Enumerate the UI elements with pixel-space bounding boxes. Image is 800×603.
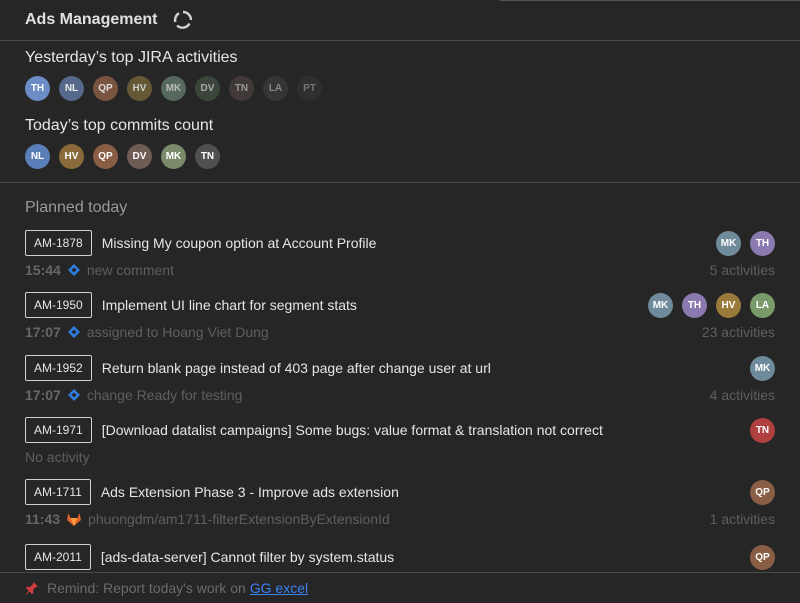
task-assignee-avatar[interactable]: QP — [750, 544, 775, 570]
task-activity-row: 17:07 assigned to Hoang Viet Dung 23 activ… — [25, 323, 775, 341]
activity-time: 17:07 — [25, 387, 61, 403]
commit-user-avatar[interactable]: HV — [59, 144, 84, 169]
task-assignee-avatar[interactable]: HV — [716, 292, 741, 318]
activity-description: new comment — [86, 262, 174, 278]
window-top-edge — [500, 0, 800, 1]
task-key-badge[interactable]: AM-1950 — [25, 292, 92, 318]
activity-time: 17:07 — [25, 324, 61, 340]
sync-icon[interactable] — [173, 10, 193, 30]
activity-description: phuongdm/am1711-filterExtensionByExtensi… — [88, 511, 390, 527]
commit-user-avatar[interactable]: MK — [161, 144, 186, 169]
commit-user-avatar[interactable]: TN — [195, 144, 220, 169]
jira-user-avatar[interactable]: MK — [161, 76, 186, 101]
jira-user-avatar[interactable]: LA — [263, 76, 288, 101]
activity-count: 4 activities — [709, 387, 775, 403]
task-assignee-avatar[interactable]: LA — [750, 292, 775, 318]
jira-user-avatar[interactable]: PT — [297, 76, 322, 101]
jira-icon — [67, 325, 81, 339]
task-header-row: AM-2011 [ads-data-server] Cannot filter b… — [25, 544, 775, 570]
activity-time: 15:44 — [25, 262, 61, 278]
task-item[interactable]: AM-1878 Missing My coupon option at Accou… — [25, 230, 775, 279]
task-assignee-avatars: QP — [750, 479, 775, 505]
jira-user-avatar[interactable]: QP — [93, 76, 118, 101]
jira-icon — [67, 263, 81, 277]
app-title: Ads Management — [25, 11, 158, 28]
task-activity-row: 15:44 new comment 5 activities — [25, 261, 775, 279]
activity-description: assigned to Hoang Viet Dung — [86, 324, 269, 340]
task-summary[interactable]: Implement UI line chart for segment stat… — [102, 297, 357, 313]
commits-title: Today’s top commits count — [25, 117, 214, 134]
activity-count: 5 activities — [709, 262, 775, 278]
task-assignee-avatar[interactable]: MK — [716, 230, 741, 256]
task-assignee-avatar[interactable]: TH — [682, 292, 707, 318]
jira-activities-title: Yesterday’s top JIRA activities — [25, 49, 238, 66]
gitlab-icon — [66, 512, 82, 526]
commit-user-avatar[interactable]: NL — [25, 144, 50, 169]
jira-user-avatar[interactable]: HV — [127, 76, 152, 101]
task-header-row: AM-1971 [Download datalist campaigns] Som… — [25, 417, 775, 443]
task-summary[interactable]: [Download datalist campaigns] Some bugs:… — [102, 422, 603, 438]
task-key-badge[interactable]: AM-1711 — [25, 479, 91, 505]
footer-reminder: Remind: Report today's work on GG excel — [0, 572, 800, 603]
section-divider — [0, 182, 800, 183]
task-activity-row: 17:07 change Ready for testing 4 activitie… — [25, 386, 775, 404]
jira-user-avatar[interactable]: TN — [229, 76, 254, 101]
task-assignee-avatars: MK — [750, 355, 775, 381]
task-key-badge[interactable]: AM-1971 — [25, 417, 92, 443]
task-key-badge[interactable]: AM-2011 — [25, 544, 91, 570]
jira-icon — [67, 388, 81, 402]
commits-avatar-list: NL HV QP DV MK TN — [25, 144, 220, 169]
app-header: Ads Management — [0, 0, 800, 41]
task-activity-row: No activity — [25, 448, 775, 466]
task-item[interactable]: AM-1950 Implement UI line chart for segme… — [25, 292, 775, 341]
task-header-row: AM-1952 Return blank page instead of 403 … — [25, 355, 775, 381]
activity-count: 1 activities — [709, 511, 775, 527]
pin-icon — [25, 581, 39, 595]
task-item[interactable]: AM-1711 Ads Extension Phase 3 - Improve a… — [25, 479, 775, 528]
task-summary[interactable]: Ads Extension Phase 3 - Improve ads exte… — [101, 484, 399, 500]
task-key-badge[interactable]: AM-1878 — [25, 230, 92, 256]
task-assignee-avatar[interactable]: MK — [648, 292, 673, 318]
task-header-row: AM-1950 Implement UI line chart for segme… — [25, 292, 775, 318]
planned-today-title: Planned today — [25, 199, 128, 216]
task-item[interactable]: AM-1952 Return blank page instead of 403 … — [25, 355, 775, 404]
task-assignee-avatar[interactable]: TH — [750, 230, 775, 256]
task-assignee-avatar[interactable]: QP — [750, 479, 775, 505]
task-summary[interactable]: Missing My coupon option at Account Prof… — [102, 235, 377, 251]
commits-section: Today’s top commits count NL HV QP DV MK TN — [0, 117, 245, 169]
footer-text: Remind: Report today's work on — [47, 580, 246, 596]
task-summary[interactable]: Return blank page instead of 403 page af… — [102, 360, 491, 376]
activity-description: change Ready for testing — [86, 387, 243, 403]
task-assignee-avatars: MK TH HV LA — [648, 292, 775, 318]
task-assignee-avatar[interactable]: TN — [750, 417, 775, 443]
task-summary[interactable]: [ads-data-server] Cannot filter by syste… — [101, 549, 394, 565]
jira-avatar-list: TH NL QP HV MK DV TN LA PT — [25, 76, 322, 101]
task-item[interactable]: AM-1971 [Download datalist campaigns] Som… — [25, 417, 775, 466]
task-assignee-avatars: TN — [750, 417, 775, 443]
activity-time: 11:43 — [25, 511, 61, 527]
jira-activities-section: Yesterday’s top JIRA activities TH NL QP HV… — [0, 49, 347, 101]
commit-user-avatar[interactable]: QP — [93, 144, 118, 169]
jira-user-avatar[interactable]: TH — [25, 76, 50, 101]
task-assignee-avatars: QP — [750, 544, 775, 570]
jira-user-avatar[interactable]: DV — [195, 76, 220, 101]
commit-user-avatar[interactable]: DV — [127, 144, 152, 169]
task-header-row: AM-1878 Missing My coupon option at Accou… — [25, 230, 775, 256]
gg-excel-link[interactable]: GG excel — [250, 580, 308, 596]
jira-user-avatar[interactable]: NL — [59, 76, 84, 101]
task-header-row: AM-1711 Ads Extension Phase 3 - Improve a… — [25, 479, 775, 505]
task-assignee-avatars: MK TH — [716, 230, 775, 256]
task-item[interactable]: AM-2011 [ads-data-server] Cannot filter b… — [25, 544, 775, 570]
activity-count: 23 activities — [701, 324, 775, 340]
task-key-badge[interactable]: AM-1952 — [25, 355, 92, 381]
task-assignee-avatar[interactable]: MK — [750, 355, 775, 381]
task-activity-row: 11:43 phuongdm/am1711-filterExtensionByEx… — [25, 510, 775, 528]
activity-description: No activity — [25, 449, 90, 465]
